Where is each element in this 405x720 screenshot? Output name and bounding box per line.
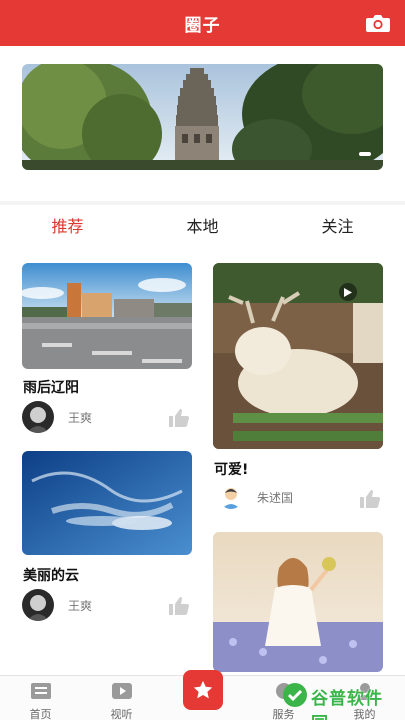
star-icon[interactable] [182,670,223,710]
tab-local[interactable]: 本地 [135,205,270,245]
nav-circle[interactable] [162,670,243,720]
home-icon [30,682,52,704]
post-image[interactable] [213,263,383,449]
nav-label: 首页 [29,708,52,720]
post-title[interactable]: 雨后辽阳 [23,377,79,397]
tab-follow[interactable]: 关注 [270,205,405,245]
post-card[interactable] [213,532,383,672]
post-card[interactable]: 可爱! 朱述国 [213,263,383,513]
page-title: 圈子 [184,15,221,36]
author-name[interactable]: 王爽 [68,409,92,426]
author-row: 王爽 [22,401,92,433]
post-card[interactable]: 雨后辽阳 王爽 [22,263,192,433]
post-image[interactable] [22,263,192,369]
avatar[interactable] [219,485,243,509]
tab-recommend[interactable]: 推荐 [0,205,135,245]
author-row: 朱述国 [219,485,293,509]
camera-icon[interactable] [365,12,391,34]
tab-bar: 推荐 本地 关注 [0,205,405,245]
post-title[interactable]: 可爱! [214,459,248,479]
top-bar: 圈子 [0,0,405,46]
nav-label: 视听 [110,708,133,720]
post-image[interactable] [213,532,383,672]
author-name[interactable]: 朱述国 [257,489,293,506]
watermark-text: 谷普软件园 [311,689,383,720]
like-icon[interactable] [168,408,190,428]
nav-home[interactable]: 首页 [0,676,81,720]
post-card[interactable]: 美丽的云 王爽 [22,451,192,621]
post-image[interactable] [22,451,192,555]
author-row: 王爽 [22,589,92,621]
like-icon[interactable] [359,489,381,509]
carousel-indicator [359,152,371,156]
play-icon [339,283,357,301]
app-screen: 圈子 推荐 本地 关注 雨后辽阳 王爽 可爱! 朱述国 美丽的云 王爽 首页 视… [0,0,405,720]
nav-video[interactable]: 视听 [81,676,162,720]
banner-carousel[interactable] [22,64,383,170]
author-name[interactable]: 王爽 [68,597,92,614]
pagoda-banner-image [22,64,383,170]
avatar[interactable] [22,589,54,621]
post-feed[interactable]: 雨后辽阳 王爽 可爱! 朱述国 美丽的云 王爽 [0,245,405,675]
banner-area [0,46,405,201]
avatar[interactable] [22,401,54,433]
post-title[interactable]: 美丽的云 [23,565,79,585]
video-icon [111,682,133,704]
like-icon[interactable] [168,596,190,616]
watermark: 谷普软件园 [281,680,399,720]
